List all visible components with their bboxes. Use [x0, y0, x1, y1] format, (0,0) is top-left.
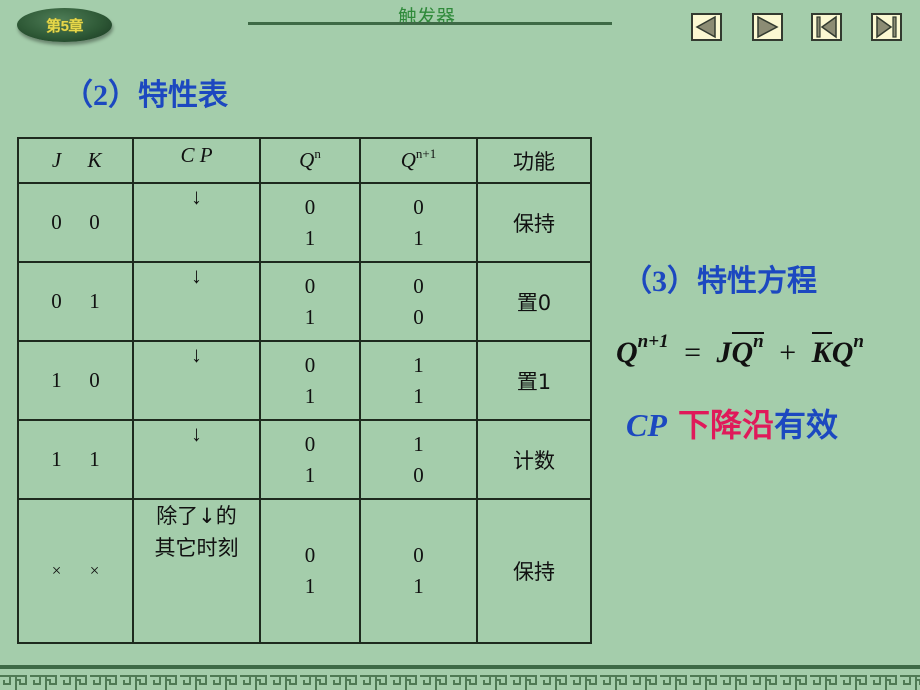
cell-jk: 10: [17, 340, 134, 421]
cell-qn: 01: [259, 261, 361, 342]
cell-function: 计数: [476, 419, 592, 500]
header-qn: Qn: [259, 137, 361, 184]
cell-cp: 除了↓的 其它时刻: [132, 498, 261, 644]
cell-jk: × ×: [17, 498, 134, 644]
next-button[interactable]: [752, 13, 783, 41]
cell-jk: 01: [17, 261, 134, 342]
skip-last-icon: [876, 15, 897, 39]
greek-key-border: [0, 670, 920, 690]
section-heading-characteristic-table: （2）特性表: [63, 78, 228, 113]
triangle-right-icon: [757, 15, 779, 39]
cell-qn: 01: [259, 498, 361, 644]
cell-qn: 01: [259, 340, 361, 421]
section-heading-characteristic-equation: （3）特性方程: [622, 264, 817, 299]
cell-cp: ↓: [132, 182, 261, 263]
cell-cp: ↓: [132, 340, 261, 421]
cell-qn1: 00: [359, 261, 478, 342]
cell-function: 保持: [476, 498, 592, 644]
cell-qn1: 01: [359, 498, 478, 644]
cell-function: 保持: [476, 182, 592, 263]
header-cp: C P: [132, 137, 261, 184]
header-jk: JK: [17, 137, 134, 184]
last-slide-button[interactable]: [871, 13, 902, 41]
cell-jk: 11: [17, 419, 134, 500]
previous-button[interactable]: [691, 13, 722, 41]
table-row: × × 除了↓的 其它时刻 01 01 保持: [17, 498, 592, 644]
header-qn1: Qn+1: [359, 137, 478, 184]
cp-falling-edge-note: CP 下降沿有效: [626, 406, 839, 444]
table-row: 10 ↓ 01 11 置1: [17, 340, 592, 421]
characteristic-equation: Qn+1 = JQn + KQn: [616, 331, 864, 369]
footer-divider: [0, 665, 920, 669]
table-row: 01 ↓ 01 00 置0: [17, 261, 592, 342]
characteristic-table: JK C P Qn Qn+1 功能 00 ↓ 01 01 保持 01 ↓ 01 …: [17, 137, 592, 644]
q-bar: Qn: [731, 331, 764, 369]
cell-jk: 00: [17, 182, 134, 263]
cell-cp: ↓: [132, 261, 261, 342]
cell-function: 置1: [476, 340, 592, 421]
chapter-label: 第5章: [46, 17, 83, 35]
chapter-badge[interactable]: 第5章: [17, 8, 112, 42]
cell-function: 置0: [476, 261, 592, 342]
table-row: 11 ↓ 01 10 计数: [17, 419, 592, 500]
triangle-left-icon: [695, 15, 716, 39]
table-row: 00 ↓ 01 01 保持: [17, 182, 592, 263]
table-header-row: JK C P Qn Qn+1 功能: [17, 137, 592, 184]
cell-qn: 01: [259, 182, 361, 263]
cell-qn1: 10: [359, 419, 478, 500]
k-bar: K: [811, 332, 832, 369]
header-function: 功能: [476, 137, 592, 184]
cell-qn1: 11: [359, 340, 478, 421]
cell-cp: ↓: [132, 419, 261, 500]
cell-qn1: 01: [359, 182, 478, 263]
first-slide-button[interactable]: [811, 13, 842, 41]
header-divider: [248, 22, 612, 25]
cell-qn: 01: [259, 419, 361, 500]
skip-first-icon: [816, 15, 837, 39]
